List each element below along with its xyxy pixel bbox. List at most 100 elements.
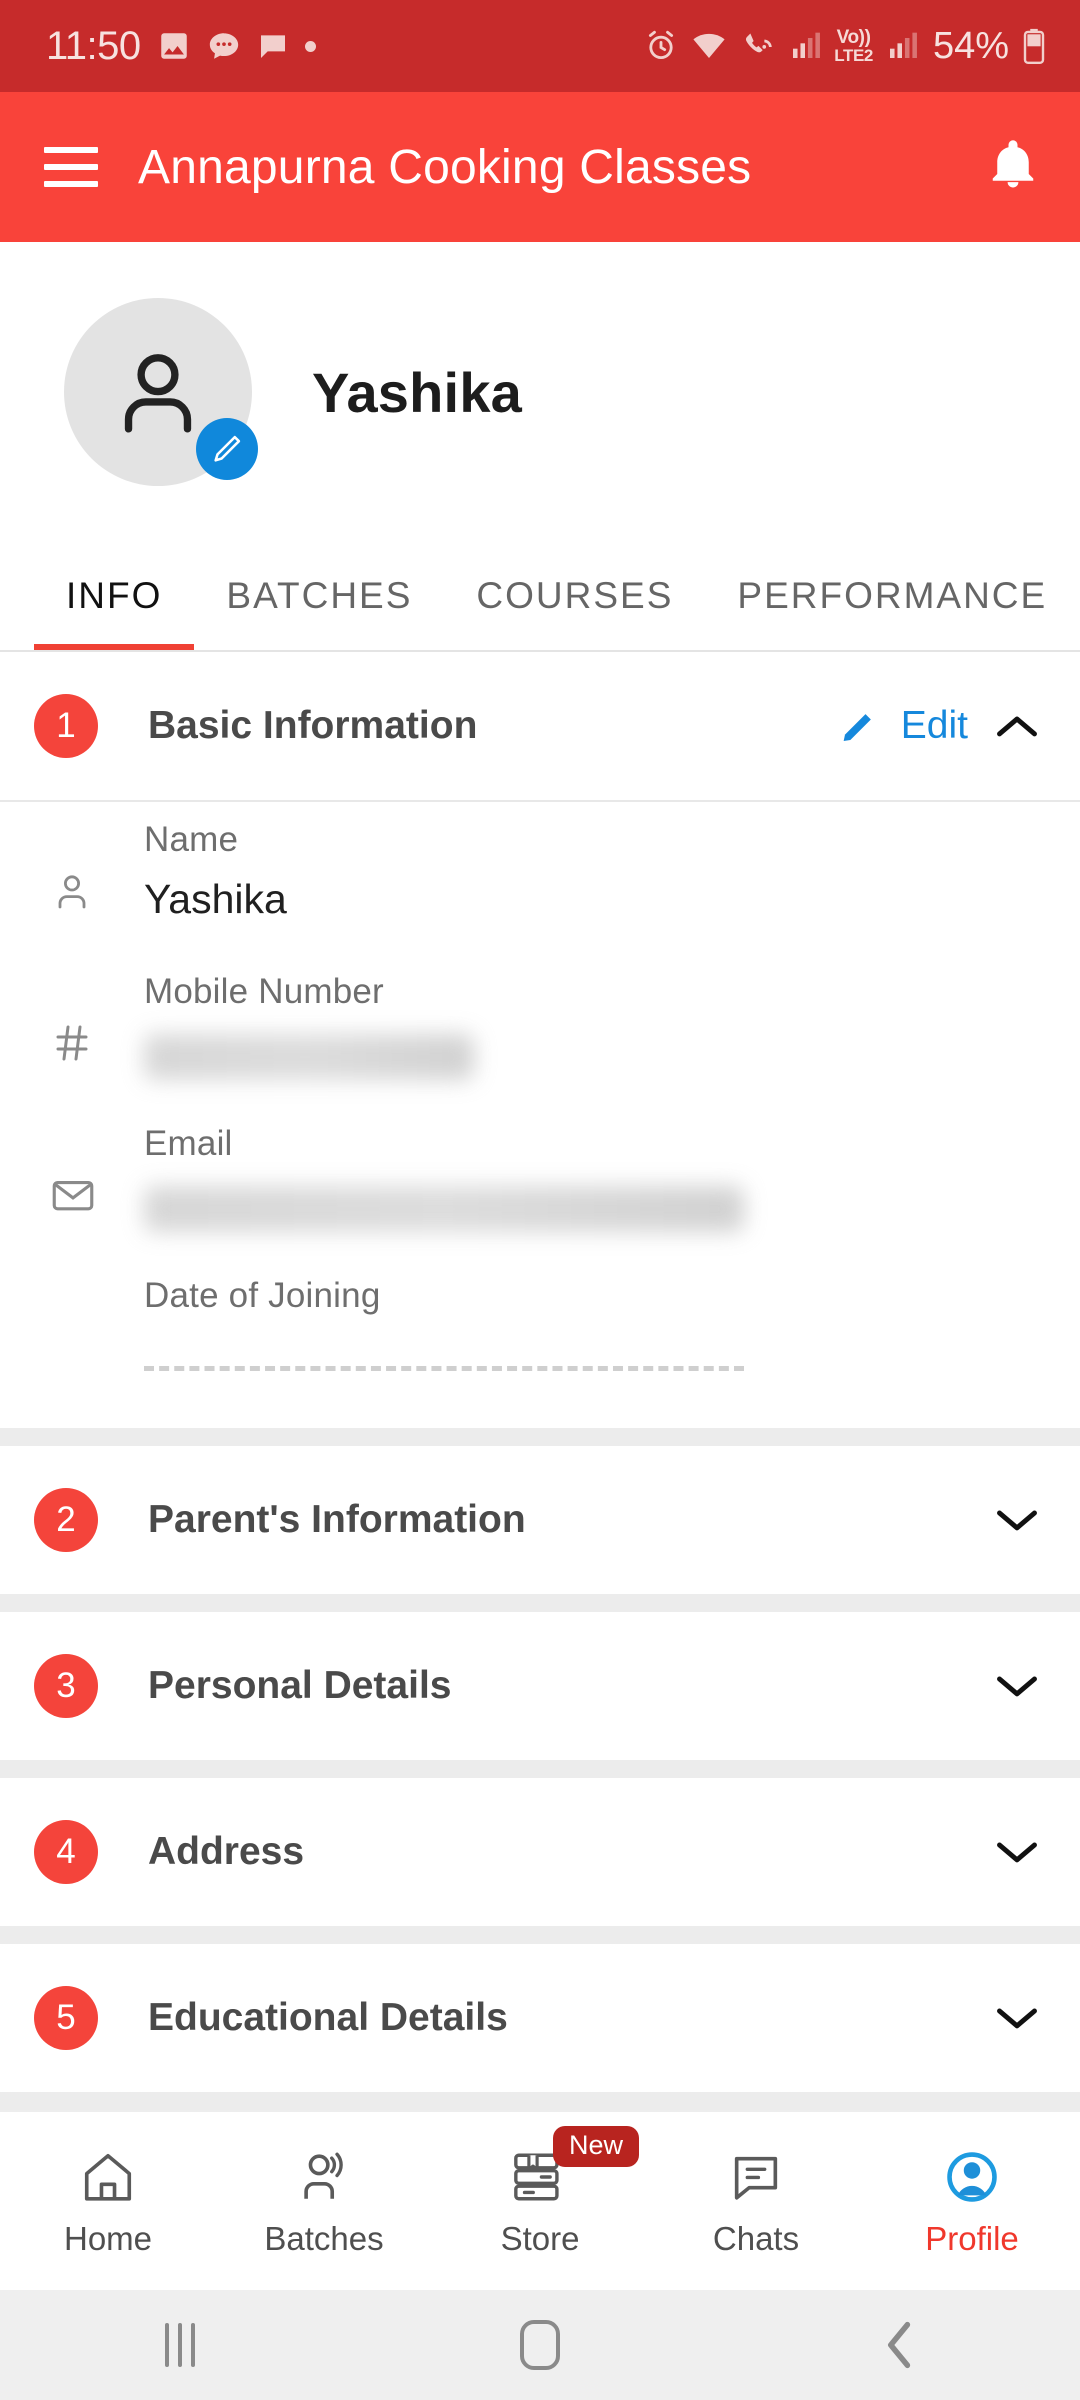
status-time: 11:50: [46, 23, 141, 68]
store-new-badge: New: [553, 2126, 640, 2167]
nav-label-chats: Chats: [712, 2220, 800, 2257]
person-icon: [48, 802, 144, 954]
tab-courses[interactable]: COURSES: [444, 542, 705, 650]
message-icon: [257, 30, 289, 62]
section-gap: [0, 1594, 1080, 1612]
section-number-badge: 4: [34, 1820, 98, 1884]
alarm-icon: [644, 29, 678, 63]
section-personal-details: 3 Personal Details: [0, 1612, 1080, 1760]
field-date-of-joining: Date of Joining: [0, 1258, 1080, 1428]
status-bar: 11:50 Vo)) LTE2 54%: [0, 0, 1080, 92]
field-body: Mobile Number: [144, 954, 1080, 1106]
tab-info[interactable]: INFO: [34, 542, 195, 650]
pencil-icon[interactable]: [196, 418, 258, 480]
section-basic-information: 1 Basic Information Edit Name Yashika Mo…: [0, 652, 1080, 1428]
hash-icon: [48, 954, 144, 1106]
redacted-email-value: [144, 1186, 744, 1232]
tab-performance[interactable]: PERFORMANCE: [705, 542, 1079, 650]
chevron-down-icon[interactable]: [994, 1837, 1040, 1867]
chevron-down-icon[interactable]: [994, 1671, 1040, 1701]
hamburger-menu-icon[interactable]: [44, 147, 98, 187]
field-value-name: Yashika: [144, 876, 287, 922]
field-label-email: Email: [144, 1124, 233, 1163]
signal-icon-1: [789, 30, 821, 62]
section-number-badge: 3: [34, 1654, 98, 1718]
section-actions: [994, 1837, 1040, 1867]
section-title: Parent's Information: [148, 1498, 526, 1541]
phone-screen: 11:50 Vo)) LTE2 54% Annapurna Cooking Cl…: [0, 0, 1080, 2400]
nav-item-store[interactable]: New Store: [432, 2126, 648, 2258]
books-icon: New: [507, 2126, 640, 2206]
section-parents-information: 2 Parent's Information: [0, 1446, 1080, 1594]
volte-icon: Vo)) LTE2: [834, 28, 873, 64]
edit-label: Edit: [900, 704, 968, 747]
section-actions: [994, 1671, 1040, 1701]
edit-pencil-icon: [843, 714, 871, 741]
bell-icon[interactable]: [986, 136, 1040, 199]
battery-icon: [1022, 28, 1046, 64]
field-mobile-number: Mobile Number: [0, 954, 1080, 1106]
nav-item-home[interactable]: Home: [0, 2144, 216, 2258]
empty-value-dashed-line: [144, 1366, 744, 1371]
section-actions: [994, 2003, 1040, 2033]
chevron-down-icon[interactable]: [994, 1505, 1040, 1535]
battery-percent: 54%: [932, 24, 1009, 67]
section-header-personal-details[interactable]: 3 Personal Details: [0, 1612, 1080, 1760]
field-label-date-of-joining: Date of Joining: [144, 1276, 381, 1315]
chevron-up-icon[interactable]: [994, 711, 1040, 741]
section-title: Educational Details: [148, 1996, 508, 2039]
field-email: Email: [0, 1106, 1080, 1258]
tab-batches[interactable]: BATCHES: [194, 542, 444, 650]
home-icon: [77, 2144, 139, 2206]
field-body: Name Yashika: [144, 802, 1080, 954]
envelope-icon: [48, 1106, 144, 1258]
volte-top-label: Vo)): [836, 27, 871, 48]
nav-item-batches[interactable]: Batches: [216, 2144, 432, 2258]
android-navigation-bar: [0, 2290, 1080, 2400]
volte-bottom-label: LTE2: [834, 46, 873, 65]
section-header-parents-information[interactable]: 2 Parent's Information: [0, 1446, 1080, 1594]
bottom-navigation: Home Batches New Store Chats Profile: [0, 2110, 1080, 2290]
signal-icon-2: [886, 30, 918, 62]
tab-bar[interactable]: INFO BATCHES COURSES PERFORMANCE: [0, 542, 1080, 652]
section-educational-details: 5 Educational Details: [0, 1944, 1080, 2092]
app-bar: Annapurna Cooking Classes: [0, 92, 1080, 242]
field-label-mobile-number: Mobile Number: [144, 972, 384, 1011]
wifi-icon: [691, 29, 727, 63]
edit-button[interactable]: Edit: [839, 704, 968, 748]
section-gap: [0, 1760, 1080, 1778]
profile-name: Yashika: [312, 360, 523, 424]
section-title: Personal Details: [148, 1664, 452, 1707]
section-title: Address: [148, 1830, 305, 1873]
nav-label-home: Home: [63, 2220, 153, 2257]
app-title: Annapurna Cooking Classes: [138, 140, 752, 194]
nav-item-profile[interactable]: Profile: [864, 2144, 1080, 2258]
section-number-badge: 5: [34, 1986, 98, 2050]
section-gap: [0, 1428, 1080, 1446]
profile-header: Yashika: [0, 242, 1080, 542]
status-bar-right: Vo)) LTE2 54%: [644, 25, 1046, 68]
section-number-badge: 2: [34, 1488, 98, 1552]
section-actions: [994, 1505, 1040, 1535]
people-icon: [293, 2144, 355, 2206]
field-body: Email: [144, 1106, 1080, 1258]
dot-icon: [304, 40, 316, 52]
back-chevron-icon[interactable]: [720, 2321, 1080, 2369]
field-label-name: Name: [144, 820, 239, 859]
recents-icon[interactable]: [0, 2323, 360, 2367]
no-icon-placeholder: [48, 1258, 144, 1428]
avatar[interactable]: [64, 298, 258, 486]
profile-person-icon: [941, 2144, 1003, 2206]
chevron-down-icon[interactable]: [994, 2003, 1040, 2033]
home-square-icon[interactable]: [360, 2320, 720, 2370]
section-header-address[interactable]: 4 Address: [0, 1778, 1080, 1926]
section-address: 4 Address: [0, 1778, 1080, 1926]
section-actions: Edit: [839, 704, 1040, 748]
nav-label-store: Store: [500, 2220, 580, 2257]
nav-item-chats[interactable]: Chats: [648, 2144, 864, 2258]
section-gap: [0, 1926, 1080, 1944]
section-header-basic-information[interactable]: 1 Basic Information Edit: [0, 652, 1080, 800]
nav-label-batches: Batches: [264, 2220, 384, 2257]
redacted-mobile-number-value: [144, 1034, 474, 1080]
section-header-educational-details[interactable]: 5 Educational Details: [0, 1944, 1080, 2092]
